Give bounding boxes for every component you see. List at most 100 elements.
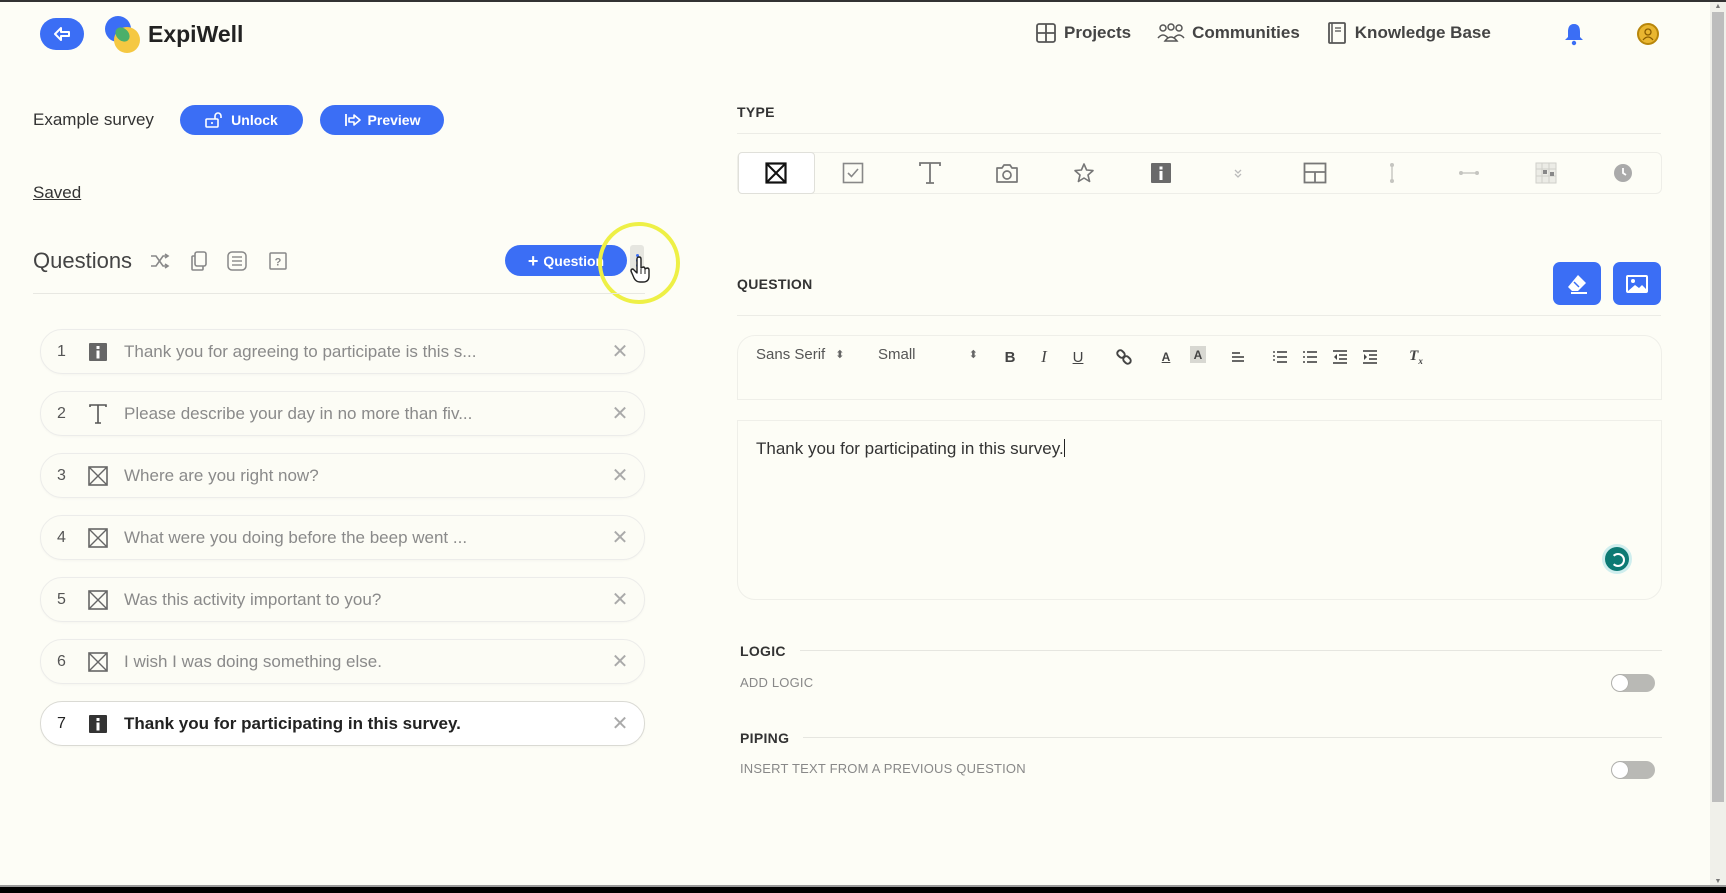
question-item[interactable]: 3 Where are you right now? ✕ — [40, 453, 645, 498]
double-chevron-down-icon — [1234, 169, 1242, 178]
insert-image-button[interactable] — [1613, 262, 1661, 305]
type-multiple-choice[interactable] — [815, 152, 892, 194]
type-divider — [737, 133, 1661, 134]
people-icon — [1157, 22, 1185, 44]
scroll-up-arrow-icon[interactable]: ▲ — [1714, 3, 1722, 10]
link-button[interactable] — [1114, 346, 1134, 368]
question-item-active[interactable]: 7 Thank you for participating in this su… — [40, 701, 645, 746]
image-icon — [1626, 274, 1648, 293]
user-avatar[interactable] — [1637, 23, 1659, 45]
type-info[interactable] — [1123, 152, 1200, 194]
question-item[interactable]: 1 Thank you for agreeing to participate … — [40, 329, 645, 374]
shuffle-icon[interactable] — [149, 250, 171, 272]
single-choice-icon — [765, 162, 788, 184]
type-rating[interactable] — [1046, 152, 1123, 194]
question-text: What were you doing before the beep went… — [124, 527, 468, 547]
layout-grid-icon — [1303, 162, 1327, 184]
background-color-button[interactable]: A — [1190, 346, 1206, 363]
matrix-icon — [1535, 162, 1557, 184]
nav-knowledge-base[interactable]: Knowledge Base — [1326, 22, 1491, 44]
outdent-icon — [1333, 350, 1347, 364]
nav-communities[interactable]: Communities — [1157, 22, 1300, 44]
vertical-slider-icon — [1389, 163, 1394, 183]
text-type-icon — [919, 162, 942, 184]
delete-question-icon[interactable]: ✕ — [610, 525, 630, 550]
delete-question-icon[interactable]: ✕ — [610, 401, 630, 426]
question-item[interactable]: 4 What were you doing before the beep we… — [40, 515, 645, 560]
scrollbar-thumb[interactable] — [1712, 12, 1724, 802]
single-choice-icon — [87, 465, 109, 487]
bold-button[interactable]: B — [1000, 346, 1020, 368]
notifications-bell-icon[interactable] — [1563, 22, 1585, 46]
questions-title: Questions — [33, 248, 133, 273]
question-number: 3 — [57, 466, 66, 484]
type-grid[interactable] — [1276, 152, 1353, 194]
clock-icon — [1613, 164, 1632, 182]
question-section-label: QUESTION — [737, 276, 813, 292]
piping-insert-text-label: INSERT TEXT FROM A PREVIOUS QUESTION — [740, 761, 1026, 776]
piping-divider — [803, 737, 1662, 738]
indent-button[interactable] — [1360, 346, 1380, 368]
list-icon[interactable] — [226, 250, 248, 272]
underline-button[interactable]: U — [1068, 346, 1088, 368]
plus-icon: + — [527, 250, 539, 271]
unlock-button[interactable]: Unlock — [180, 105, 303, 135]
select-arrows-icon: ⬍ — [968, 349, 978, 361]
indent-icon — [1363, 350, 1377, 364]
question-text-editor[interactable]: Thank you for participating in this surv… — [737, 420, 1662, 600]
question-type-selector — [737, 152, 1662, 194]
page-scrollbar[interactable]: ▲ ▼ — [1710, 2, 1726, 887]
type-text[interactable] — [892, 152, 969, 194]
brand-name: ExpiWell — [148, 21, 244, 47]
align-button[interactable] — [1228, 346, 1248, 368]
bullet-list-button[interactable] — [1300, 346, 1320, 368]
back-button[interactable] — [40, 18, 84, 50]
type-matrix[interactable] — [1507, 152, 1584, 194]
logic-section-label: LOGIC — [740, 643, 786, 659]
question-item[interactable]: 2 Please describe your day in no more th… — [40, 391, 645, 436]
delete-question-icon[interactable]: ✕ — [610, 587, 630, 612]
question-number: 5 — [57, 590, 66, 608]
outdent-button[interactable] — [1330, 346, 1350, 368]
type-horizontal-slider[interactable] — [1430, 152, 1507, 194]
nav-projects[interactable]: Projects — [1035, 22, 1131, 44]
grammar-assistant-icon[interactable] — [1605, 547, 1629, 571]
font-family-select[interactable]: Sans Serif ⬍ — [756, 346, 868, 363]
add-logic-toggle[interactable] — [1611, 674, 1655, 692]
font-size-select[interactable]: Small ⬍ — [878, 346, 978, 363]
delete-question-icon[interactable]: ✕ — [610, 711, 630, 736]
more-options-button[interactable] — [630, 245, 644, 275]
type-vertical-slider[interactable] — [1353, 152, 1430, 194]
italic-icon: I — [1041, 347, 1047, 366]
copy-icon[interactable] — [188, 250, 210, 272]
question-item[interactable]: 6 I wish I was doing something else. ✕ — [40, 639, 645, 684]
text-color-button[interactable]: A — [1156, 346, 1176, 368]
bullet-list-icon — [1303, 351, 1317, 363]
clear-format-button[interactable]: Tx — [1406, 346, 1426, 368]
piping-toggle[interactable] — [1611, 761, 1655, 779]
preview-button[interactable]: Preview — [320, 105, 444, 135]
italic-button[interactable]: I — [1034, 346, 1054, 368]
preview-label: Preview — [367, 112, 421, 128]
delete-question-icon[interactable]: ✕ — [610, 463, 630, 488]
question-item[interactable]: 5 Was this activity important to you? ✕ — [40, 577, 645, 622]
nav-communities-label: Communities — [1192, 23, 1300, 42]
saved-status-link[interactable]: Saved — [33, 183, 81, 203]
type-dropdown[interactable] — [1200, 152, 1277, 194]
ordered-list-button[interactable] — [1270, 346, 1290, 368]
top-navigation: Projects Communities Knowledge Base — [1035, 22, 1517, 44]
star-icon — [1074, 163, 1094, 183]
type-time[interactable] — [1584, 152, 1661, 194]
type-photo[interactable] — [969, 152, 1046, 194]
clear-formatting-button[interactable] — [1553, 262, 1601, 305]
type-single-choice[interactable] — [738, 152, 815, 194]
camera-icon — [996, 164, 1019, 183]
window-top-border — [0, 0, 1726, 2]
help-icon[interactable]: ? — [267, 250, 289, 272]
horizontal-slider-icon — [1458, 171, 1479, 175]
single-choice-icon — [87, 527, 109, 549]
add-question-button[interactable]: + Question — [505, 245, 627, 276]
delete-question-icon[interactable]: ✕ — [610, 649, 630, 674]
info-icon — [87, 713, 109, 735]
delete-question-icon[interactable]: ✕ — [610, 339, 630, 364]
